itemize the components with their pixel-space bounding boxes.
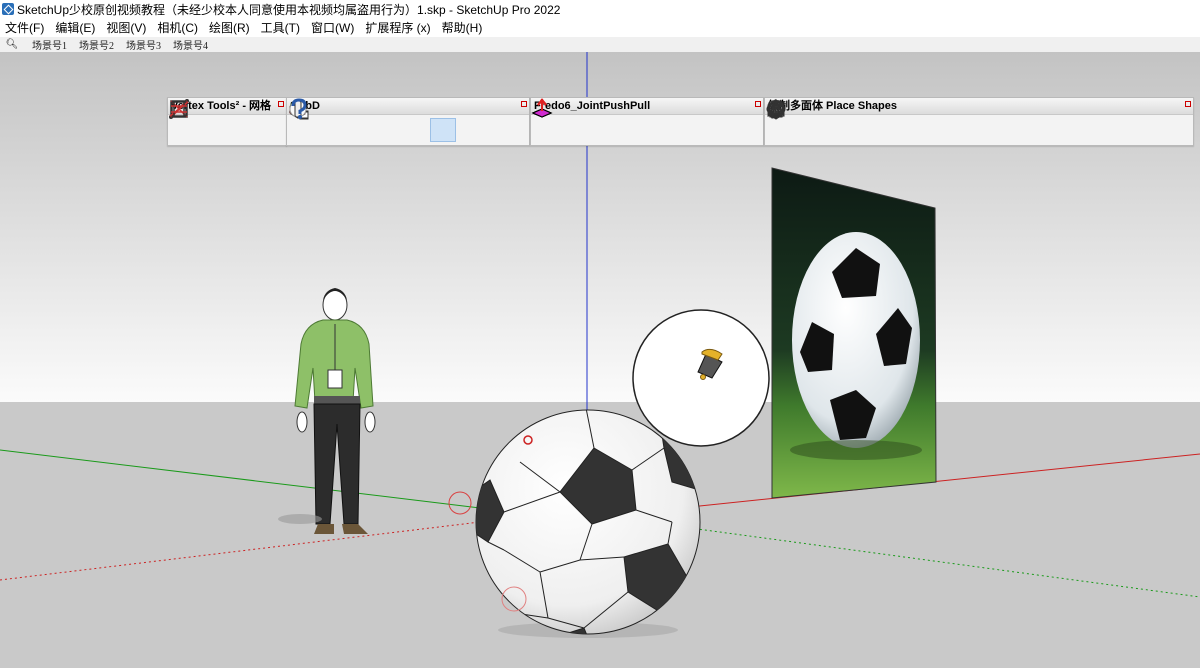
subd-cube-icon[interactable] (290, 101, 316, 142)
menu-window[interactable]: 窗口(W) (306, 19, 360, 36)
jpp-joint-icon[interactable] (531, 98, 616, 142)
subd-remove-icon[interactable] (289, 101, 372, 142)
close-icon[interactable] (1185, 101, 1191, 107)
close-icon[interactable] (278, 101, 284, 107)
sketchup-app-icon (2, 3, 14, 15)
toolbar-title: 绘制多面体 Place Shapes (765, 98, 1193, 115)
jpp-round-icon[interactable] (531, 98, 644, 142)
cone-icon[interactable] (769, 98, 990, 142)
subd-smooth-icon[interactable] (289, 100, 456, 142)
drawing-viewport[interactable]: Vertex Tools² - 网格 SUbD Fredo6_JointPush… (0, 52, 1200, 668)
frustum-icon[interactable] (767, 102, 906, 142)
scene-tab-1[interactable]: 场景号1 (32, 37, 67, 52)
menu-camera[interactable]: 相机(C) (152, 19, 204, 36)
menu-tools[interactable]: 工具(T) (256, 19, 306, 36)
arch-icon[interactable] (769, 100, 1186, 142)
pyramid-icon[interactable] (767, 98, 878, 142)
menu-bar: 文件(F) 编辑(E) 视图(V) 相机(C) 绘图(R) 工具(T) 窗口(W… (0, 18, 1200, 36)
vertex-box-icon[interactable] (169, 101, 253, 142)
menu-draw[interactable]: 绘图(R) (204, 19, 256, 36)
subd-toolbar: SUbD (286, 97, 530, 146)
jpp-normal2-icon[interactable] (531, 98, 700, 142)
vertex-tools-toolbar: Vertex Tools² - 网格 (167, 97, 287, 146)
scene-tabs-bar: 🔍︎ 场景号1 场景号2 场景号3 场景号4 (0, 37, 1200, 52)
prism-icon[interactable] (768, 100, 822, 142)
menu-file[interactable]: 文件(F) (0, 19, 50, 36)
menu-edit[interactable]: 编辑(E) (50, 19, 101, 36)
menu-extensions[interactable]: 扩展程序 (x) (360, 19, 436, 36)
subd-knife-icon[interactable] (294, 100, 484, 142)
scene-tab-4[interactable]: 场景号4 (173, 37, 208, 52)
circle-icon[interactable] (767, 100, 934, 142)
cylinder-icon[interactable] (768, 100, 962, 142)
vertex-line-icon[interactable] (169, 99, 197, 142)
vertex-grid-icon[interactable] (171, 101, 281, 142)
sphere-icon[interactable] (767, 100, 1130, 142)
toolbar-title: SUbD (287, 98, 529, 115)
close-icon[interactable] (521, 101, 527, 107)
polyhedron-icon[interactable] (767, 99, 1102, 142)
subd-help-icon[interactable] (291, 98, 512, 142)
jpp-vector-icon[interactable] (531, 98, 560, 142)
wedge-icon[interactable] (767, 100, 850, 142)
lens-icon[interactable] (766, 104, 1046, 142)
subd-extrude-icon[interactable] (288, 101, 428, 142)
place-shapes-toolbar: 绘制多面体 Place Shapes (764, 97, 1194, 146)
jpp-normal-icon[interactable] (531, 98, 588, 142)
paint-bucket-cursor (632, 309, 770, 447)
menu-help[interactable]: 帮助(H) (437, 19, 489, 36)
torus-icon[interactable] (766, 102, 1074, 142)
search-icon[interactable]: 🔍︎ (4, 39, 20, 50)
jpp-vector2-icon[interactable] (531, 98, 672, 142)
subd-add-icon[interactable] (289, 100, 344, 142)
window-title: SketchUp少校原创视频教程（未经少校本人同意使用本视频均属盗用行为）1.s… (17, 2, 561, 17)
close-icon[interactable] (755, 101, 761, 107)
joint-push-pull-toolbar: Fredo6_JointPushPull (530, 97, 764, 146)
jpp-follow-icon[interactable] (531, 98, 756, 142)
ball-photo-plane (771, 167, 937, 499)
jpp-extrude-icon[interactable] (531, 98, 728, 142)
vertex-cross-icon[interactable] (170, 100, 225, 142)
dome-icon[interactable] (767, 101, 1018, 142)
toolbar-title: Fredo6_JointPushPull (531, 98, 763, 115)
menu-view[interactable]: 视图(V) (101, 19, 152, 36)
box-icon[interactable] (767, 100, 794, 142)
title-bar: SketchUp少校原创视频教程（未经少校本人同意使用本视频均属盗用行为）1.s… (0, 0, 1200, 18)
scene-tab-3[interactable]: 场景号3 (126, 37, 161, 52)
subd-crease-icon[interactable] (290, 101, 400, 142)
scene-tab-2[interactable]: 场景号2 (79, 37, 114, 52)
geodesic-icon[interactable] (767, 100, 1158, 142)
